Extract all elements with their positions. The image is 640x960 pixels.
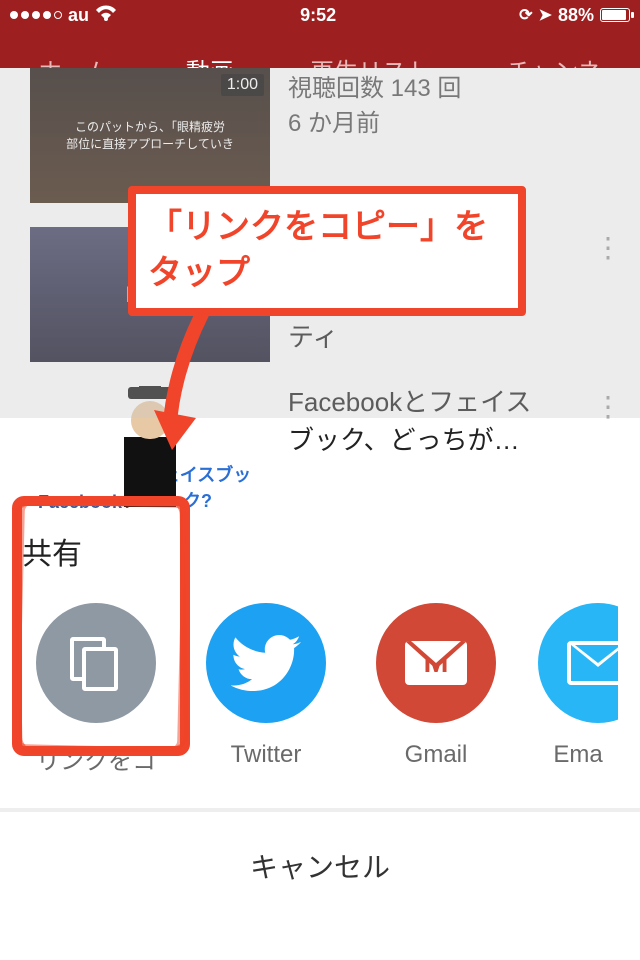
video-title-cont: ブック、どっちが… [288,424,568,458]
video-thumbnail[interactable]: このパットから、「眼精疲労 部位に直接アプローチしていき 1:00 [30,68,270,203]
person-illustration [120,401,180,521]
video-title-cont: ティ [288,321,568,355]
battery-icon [600,8,630,22]
share-title: 共有 [22,529,618,573]
rotation-lock-icon: ⟳ [519,5,532,25]
wifi-icon [95,5,117,26]
more-menu-icon[interactable]: ⋮ [586,386,630,427]
share-email[interactable]: Ema [538,603,618,769]
video-views: 視聴回数 143 回 [288,68,630,103]
share-copy-link[interactable]: リンクをコ [28,603,164,776]
copy-link-icon [36,603,156,723]
carrier-label: au [68,5,89,26]
more-menu-icon[interactable]: ⋮ [586,227,630,268]
gmail-icon: M [376,603,496,723]
duration-badge: 1:00 [221,74,264,96]
status-left: au [10,5,117,26]
cancel-button[interactable]: キャンセル [0,812,640,920]
clock: 9:52 [300,5,336,26]
share-twitter[interactable]: Twitter [198,603,334,769]
signal-dots-icon [10,11,62,19]
share-gmail[interactable]: M Gmail [368,603,504,769]
share-sheet: 共有 リンクをコ Twitter M [0,511,640,920]
video-meta: 視聴回数 143 回 6 か月前 [288,68,630,138]
status-bar: au 9:52 ⟳ ➤ 88% [0,0,640,30]
status-right: ⟳ ➤ 88% [519,5,630,26]
video-age: 6 か月前 [288,103,630,138]
content-area: このパットから、「眼精疲労 部位に直接アプローチしていき 1:00 視聴回数 1… [0,68,640,920]
share-options-row[interactable]: リンクをコ Twitter M Gmail [22,603,618,776]
location-icon: ➤ [539,5,552,25]
video-row[interactable]: Facebook? フェイスブック? Facebookとフェイス ブック、どっち… [0,374,640,533]
annotation-callout: 「リンクをコピー」をタップ [128,186,526,316]
twitter-icon [206,603,326,723]
video-title: Facebookとフェイス [288,386,568,420]
video-thumbnail[interactable]: Facebook? フェイスブック? [30,386,270,521]
video-meta: Facebookとフェイス ブック、どっちが… [288,386,568,462]
battery-pct: 88% [558,5,594,26]
email-icon [538,603,618,723]
